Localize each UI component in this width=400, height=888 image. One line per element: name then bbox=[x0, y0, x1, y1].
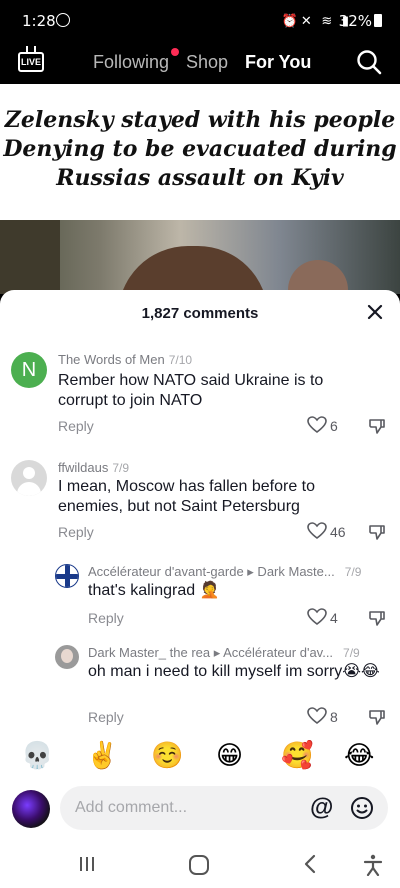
dislike-icon[interactable] bbox=[368, 708, 386, 726]
close-icon[interactable] bbox=[366, 303, 384, 321]
comment-item: N The Words of Men 7/10 Rember how NATO s… bbox=[0, 352, 400, 452]
comment-text: I mean, Moscow has fallen before to enem… bbox=[58, 478, 316, 515]
system-nav-bar bbox=[0, 845, 400, 888]
emoji-quick-bar: 💀 ✌️ ☺️ 😁 🥰 😂 bbox=[0, 738, 400, 778]
username-text[interactable]: Accélérateur d'avant-garde ▸ Dark Maste.… bbox=[88, 564, 335, 579]
emoji-skull[interactable]: 💀 bbox=[21, 738, 53, 772]
live-label: LIVE bbox=[18, 52, 44, 72]
avatar[interactable] bbox=[55, 645, 79, 669]
username-text[interactable]: The Words of Men bbox=[58, 352, 165, 367]
accessibility-icon[interactable] bbox=[363, 854, 383, 876]
reply-button[interactable]: Reply bbox=[88, 709, 124, 725]
comment-date: 7/9 bbox=[112, 461, 130, 475]
video-player[interactable]: Zelensky stayed with his people Denying … bbox=[0, 84, 400, 294]
status-time: 1:28 bbox=[22, 12, 56, 30]
comment-username[interactable]: ffwildaus 7/9 bbox=[58, 460, 129, 475]
username-text[interactable]: ffwildaus bbox=[58, 460, 108, 475]
back-icon[interactable] bbox=[302, 854, 318, 874]
whatsapp-icon bbox=[56, 13, 70, 27]
tab-for-you[interactable]: For You bbox=[245, 52, 311, 73]
reply-text: that's kalingrad 🤦 bbox=[88, 582, 220, 599]
headline-line-1: Zelensky stayed with his people bbox=[4, 107, 396, 133]
heart-icon[interactable] bbox=[307, 608, 327, 626]
emoji-picker-icon[interactable] bbox=[350, 796, 374, 820]
search-icon[interactable] bbox=[356, 49, 382, 75]
like-count: 8 bbox=[330, 709, 338, 725]
reply-button[interactable]: Reply bbox=[88, 610, 124, 626]
mention-icon[interactable]: @ bbox=[310, 795, 333, 821]
comment-date: 7/10 bbox=[168, 353, 193, 367]
like-count: 6 bbox=[330, 418, 338, 434]
reply-date: 7/9 bbox=[344, 565, 362, 579]
emoji-victory[interactable]: ✌️ bbox=[86, 738, 118, 772]
avatar[interactable]: N bbox=[11, 352, 47, 388]
reply-item: Dark Master_ the rea ▸ Accélérateur d'av… bbox=[0, 645, 400, 745]
reply-button[interactable]: Reply bbox=[58, 524, 94, 540]
photo-figure-center bbox=[118, 246, 268, 294]
tab-shop[interactable]: Shop bbox=[186, 52, 228, 73]
headline-line-2: Denying to be evacuated during bbox=[3, 136, 397, 162]
emoji-grinning[interactable]: 😁 bbox=[216, 738, 243, 772]
like-count: 4 bbox=[330, 610, 338, 626]
video-headline: Zelensky stayed with his people Denying … bbox=[0, 84, 400, 220]
battery-icon bbox=[374, 14, 382, 27]
emoji-laughing[interactable]: 😂 bbox=[344, 738, 374, 772]
comment-item: ffwildaus 7/9 I mean, Moscow has fallen b… bbox=[0, 460, 400, 560]
comment-input[interactable] bbox=[60, 786, 388, 830]
recents-icon[interactable] bbox=[78, 855, 96, 873]
heart-icon[interactable] bbox=[307, 416, 327, 434]
comment-text: Rember how NATO said Ukraine is to corru… bbox=[58, 372, 324, 409]
reply-text: oh man i need to kill myself im sorry😭😂 bbox=[88, 663, 380, 680]
reply-username[interactable]: Dark Master_ the rea ▸ Accélérateur d'av… bbox=[88, 645, 360, 661]
comment-composer: @ bbox=[0, 784, 400, 836]
heart-icon[interactable] bbox=[307, 522, 327, 540]
top-nav: LIVE Following Shop For You bbox=[0, 40, 400, 84]
dislike-icon[interactable] bbox=[368, 609, 386, 627]
comment-username[interactable]: The Words of Men 7/10 bbox=[58, 352, 192, 367]
dislike-icon[interactable] bbox=[368, 523, 386, 541]
emoji-smiling[interactable]: ☺️ bbox=[151, 738, 183, 772]
like-count: 46 bbox=[330, 524, 346, 540]
reply-item: Accélérateur d'avant-garde ▸ Dark Maste.… bbox=[0, 564, 400, 654]
dislike-icon[interactable] bbox=[368, 417, 386, 435]
comments-count-title: 1,827 comments bbox=[141, 305, 259, 322]
headline-line-3: Russias assault on Kyiv bbox=[56, 165, 344, 191]
notification-dot bbox=[171, 48, 179, 56]
username-text[interactable]: Dark Master_ the rea ▸ Accélérateur d'av… bbox=[88, 645, 333, 660]
battery-percent: 32% bbox=[338, 12, 372, 30]
home-icon[interactable] bbox=[189, 855, 209, 875]
tab-following[interactable]: Following bbox=[93, 52, 169, 73]
emoji-hearts[interactable]: 🥰 bbox=[281, 738, 313, 772]
heart-icon[interactable] bbox=[307, 707, 327, 725]
reply-date: 7/9 bbox=[343, 646, 360, 660]
my-avatar[interactable] bbox=[12, 790, 50, 828]
photo-figure-left bbox=[0, 220, 60, 294]
status-bar: 1:28 ⏰✕ ≋ ▮ 32% bbox=[0, 0, 400, 40]
video-photo bbox=[0, 220, 400, 294]
photo-figure-right bbox=[288, 260, 348, 294]
live-icon[interactable]: LIVE bbox=[18, 46, 44, 72]
reply-button[interactable]: Reply bbox=[58, 418, 94, 434]
reply-username[interactable]: Accélérateur d'avant-garde ▸ Dark Maste.… bbox=[88, 564, 361, 580]
avatar[interactable] bbox=[11, 460, 47, 496]
avatar[interactable] bbox=[55, 564, 79, 588]
